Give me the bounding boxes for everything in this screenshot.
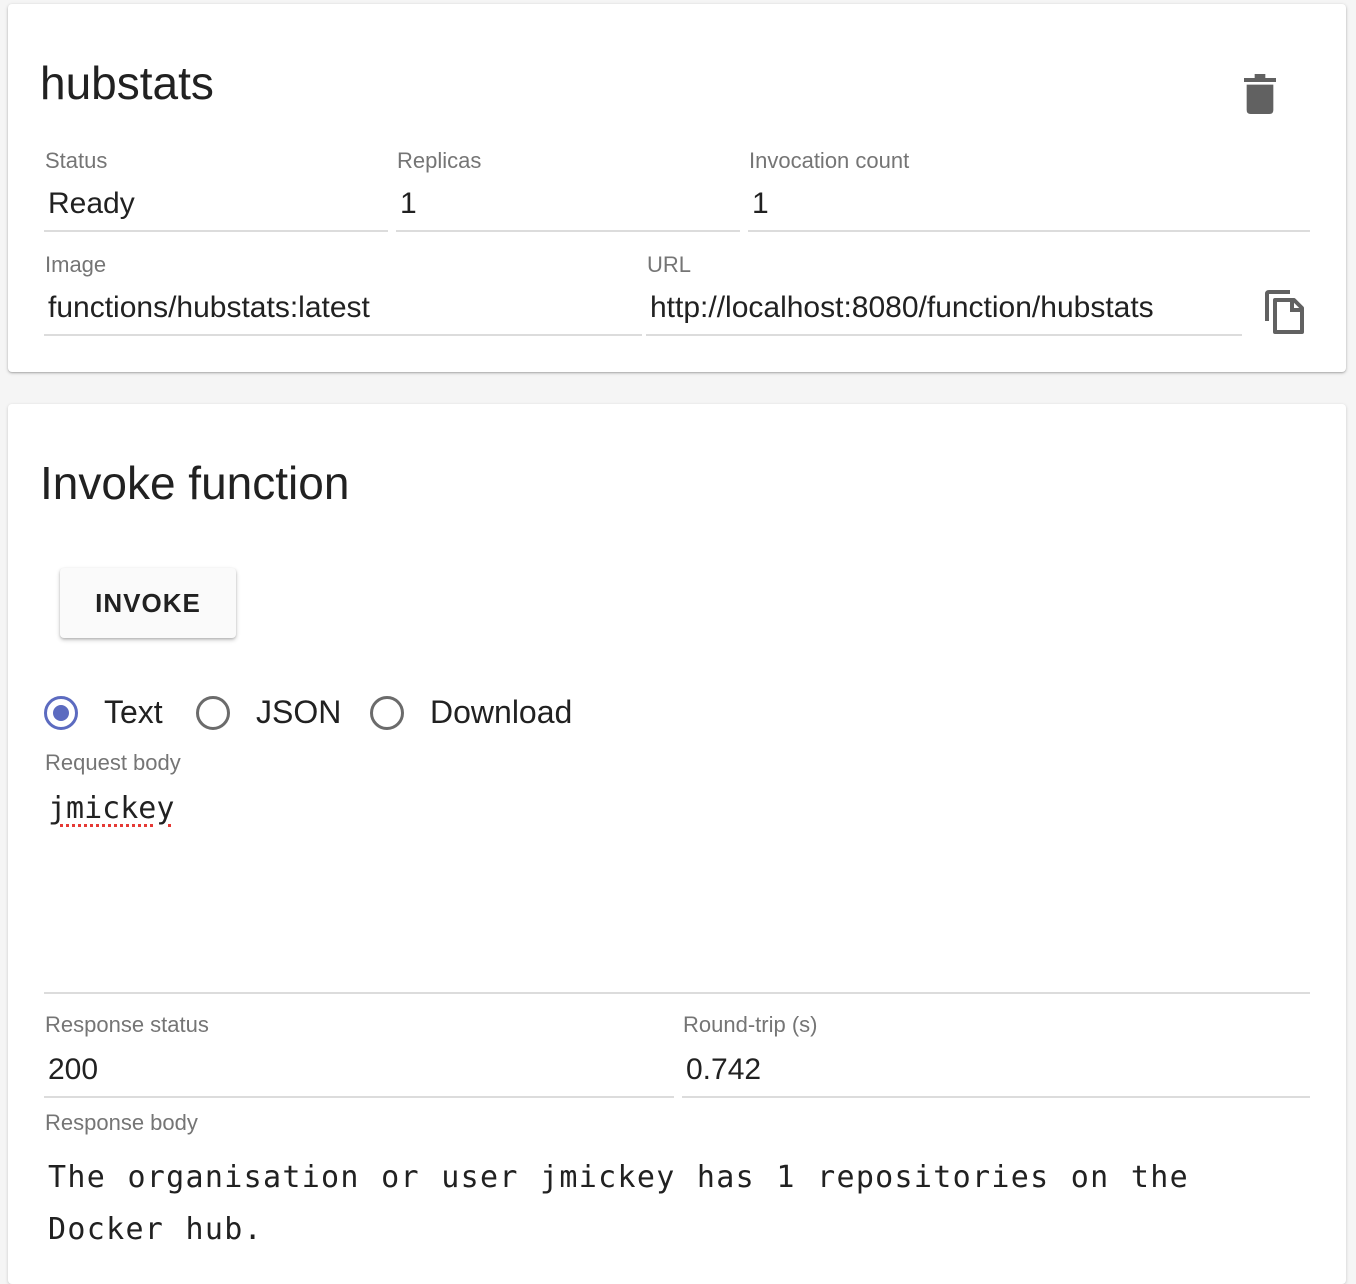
image-field: Image functions/hubstats:latest (44, 248, 642, 336)
request-body-field[interactable]: Request body jmickey (44, 748, 1310, 994)
replicas-value: 1 (400, 187, 417, 220)
replicas-field: Replicas 1 (396, 144, 740, 232)
radio-text[interactable]: Text (44, 694, 194, 738)
copy-url-button[interactable] (1260, 286, 1308, 338)
response-status-field: Response status 200 (44, 1008, 674, 1098)
delete-button[interactable] (1240, 72, 1280, 116)
image-label: Image (45, 252, 107, 277)
replicas-label: Replicas (397, 148, 482, 173)
response-status-value: 200 (48, 1053, 99, 1086)
url-value: http://localhost:8080/function/hubstats (650, 291, 1154, 324)
radio-download-circle[interactable] (370, 696, 404, 730)
round-trip-label: Round-trip (s) (683, 1012, 818, 1037)
radio-download-label: Download (430, 694, 573, 730)
invoke-function-card: Invoke function INVOKE Text JSON Downloa… (8, 404, 1346, 1284)
invocation-count-value: 1 (752, 187, 769, 220)
radio-text-circle[interactable] (44, 696, 78, 730)
radio-json-circle[interactable] (196, 696, 230, 730)
url-field: URL http://localhost:8080/function/hubst… (646, 248, 1242, 336)
response-status-label: Response status (45, 1012, 209, 1037)
radio-json[interactable]: JSON (196, 694, 356, 738)
round-trip-field: Round-trip (s) 0.742 (682, 1008, 1310, 1098)
radio-json-label: JSON (256, 694, 342, 730)
image-value: functions/hubstats:latest (48, 291, 370, 324)
round-trip-value: 0.742 (686, 1053, 762, 1086)
status-field: Status Ready (44, 144, 388, 232)
invocation-count-field: Invocation count 1 (748, 144, 1310, 232)
response-body-field: Response body The organisation or user j… (44, 1112, 1310, 1256)
status-value: Ready (48, 187, 135, 220)
trash-icon (1244, 74, 1276, 114)
url-label: URL (647, 252, 692, 277)
copy-icon (1265, 290, 1304, 334)
status-label: Status (45, 148, 108, 173)
radio-text-label: Text (104, 694, 163, 730)
response-body-label: Response body (45, 1110, 198, 1135)
response-body-text: The organisation or user jmickey has 1 r… (48, 1160, 1189, 1247)
function-details-card: hubstats Status Ready Replicas 1 Invocat… (8, 4, 1346, 372)
invocation-count-label: Invocation count (749, 148, 910, 173)
request-body-input[interactable]: jmickey (48, 794, 174, 824)
invoke-button[interactable]: INVOKE (60, 568, 236, 638)
invoke-title: Invoke function (40, 457, 350, 509)
function-title: hubstats (40, 57, 214, 109)
request-body-label: Request body (45, 750, 181, 775)
radio-download[interactable]: Download (370, 694, 590, 738)
